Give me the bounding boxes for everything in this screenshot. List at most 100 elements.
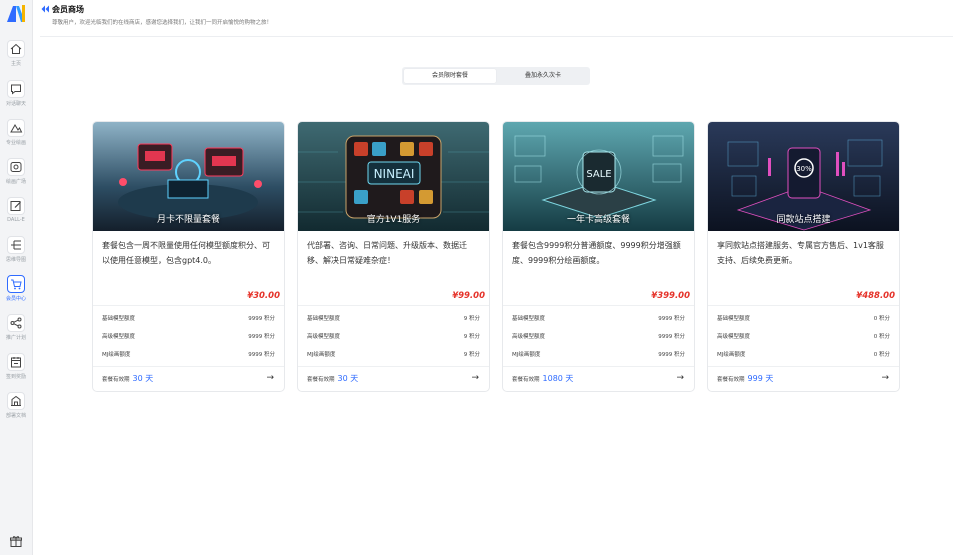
arrow-right-icon[interactable]: →	[881, 373, 889, 383]
package-price: ¥399.00	[651, 291, 690, 301]
package-tabs: 会员限时套餐 叠加永久次卡	[402, 67, 590, 85]
tab-limited-packages[interactable]: 会员限时套餐	[404, 69, 496, 83]
sidebar-item-promo[interactable]: 推广计划	[0, 314, 32, 341]
sidebar-item-label: 绘画广场	[5, 179, 26, 185]
package-price: ¥30.00	[247, 291, 280, 301]
divider	[93, 366, 284, 367]
validity-label: 套餐有效期	[102, 377, 130, 383]
divider	[298, 305, 489, 306]
arrow-right-icon[interactable]: →	[266, 373, 274, 383]
quota-label: 基础模型额度	[102, 316, 136, 322]
edit-icon	[7, 197, 25, 215]
quota-row: 高级模型额度 9 积分	[307, 332, 480, 342]
quota-label: 高级模型额度	[307, 334, 341, 340]
tab-permanent-cards[interactable]: 叠加永久次卡	[498, 69, 588, 83]
svg-text:NINEAI: NINEAI	[374, 167, 415, 181]
divider	[93, 305, 284, 306]
sidebar-item-dalle[interactable]: DALL-E	[0, 197, 32, 223]
quota-row: MJ绘画额度 9 积分	[307, 350, 480, 360]
quota-row: 高级模型额度 0 积分	[717, 332, 890, 342]
validity-days: 30 天	[132, 374, 154, 383]
gallery-icon	[7, 158, 25, 176]
package-validity: 套餐有效期 999 天	[717, 373, 773, 384]
sidebar-item-member[interactable]: 会员中心	[0, 275, 32, 302]
mindmap-icon	[7, 236, 25, 254]
quota-label: 高级模型额度	[512, 334, 546, 340]
sidebar-item-gallery[interactable]: 绘画广场	[0, 158, 32, 185]
package-image: SALE 一年卡高级套餐	[503, 122, 694, 231]
sidebar-item-label: DALL-E	[7, 217, 25, 223]
package-card[interactable]: NINEAI 官方1V1服务 代部署、咨询、日常问题、升级版本、数据迁移、解决日…	[297, 121, 490, 392]
chat-icon	[7, 80, 25, 98]
cart-icon	[7, 275, 25, 293]
divider	[708, 366, 899, 367]
sidebar-item-mindmap[interactable]: 思维导图	[0, 236, 32, 263]
package-card[interactable]: 30% 同款站点搭建 享同款站点搭建服务、专属官方售后、1v1客服支持、后续免费…	[707, 121, 900, 392]
gift-icon[interactable]	[8, 533, 24, 549]
validity-label: 套餐有效期	[512, 377, 540, 383]
page-title: 会员商场	[52, 5, 84, 14]
quota-value: 9999 积分	[248, 334, 275, 340]
arrow-right-icon[interactable]: →	[471, 373, 479, 383]
sidebar-item-paint[interactable]: 专业绘画	[0, 119, 32, 146]
quota-value: 9999 积分	[248, 316, 275, 322]
divider	[708, 305, 899, 306]
package-image: NINEAI 官方1V1服务	[298, 122, 489, 231]
quota-value: 0 积分	[873, 316, 890, 322]
paint-icon	[7, 119, 25, 137]
package-card[interactable]: SALE 一年卡高级套餐 套餐包含9999积分普通额度、9999积分增强额度、9…	[502, 121, 695, 392]
divider	[298, 366, 489, 367]
package-image-caption: 官方1V1服务	[366, 215, 421, 225]
quota-value: 9999 积分	[658, 352, 685, 358]
quota-row: 高级模型额度 9999 积分	[102, 332, 275, 342]
sidebar-item-label: 专业绘画	[5, 140, 26, 146]
quota-row: MJ绘画额度 9999 积分	[102, 350, 275, 360]
package-card[interactable]: 月卡不限量套餐 套餐包含一周不限量使用任何模型额度积分、可以使用任意模型，包含g…	[92, 121, 285, 392]
home-icon	[7, 40, 25, 58]
quota-value: 9999 积分	[248, 352, 275, 358]
quota-label: MJ绘画额度	[512, 352, 541, 358]
quota-label: 基础模型额度	[512, 316, 546, 322]
package-validity: 套餐有效期 30 天	[102, 373, 153, 384]
package-price: ¥488.00	[856, 291, 895, 301]
header-divider	[40, 36, 953, 37]
package-description: 套餐包含9999积分普通额度、9999积分增强额度、9999积分绘画额度。	[512, 241, 681, 265]
package-description: 代部署、咨询、日常问题、升级版本、数据迁移、解决日常疑难杂症！	[307, 241, 467, 265]
quota-label: MJ绘画额度	[307, 352, 336, 358]
quota-value: 0 积分	[873, 352, 890, 358]
sidebar-item-label: 主页	[10, 61, 21, 67]
package-image-caption: 月卡不限量套餐	[156, 215, 220, 225]
divider	[503, 366, 694, 367]
quota-row: 基础模型额度 9999 积分	[102, 314, 275, 324]
validity-days: 1080 天	[542, 374, 574, 383]
validity-days: 30 天	[337, 374, 359, 383]
double-back-arrow-icon[interactable]	[40, 5, 50, 13]
package-image-caption: 一年卡高级套餐	[566, 215, 630, 225]
quota-label: MJ绘画额度	[102, 352, 131, 358]
sidebar-item-label: 思维导图	[5, 257, 26, 263]
quota-value: 9 积分	[463, 316, 480, 322]
quota-label: 高级模型额度	[717, 334, 751, 340]
app-logo[interactable]	[4, 2, 28, 26]
quota-row: 基础模型额度 0 积分	[717, 314, 890, 324]
quota-row: 基础模型额度 9 积分	[307, 314, 480, 324]
share-icon	[7, 314, 25, 332]
divider	[503, 305, 694, 306]
page-subtitle: 尊敬用户，欢迎光临我们的在线商店，感谢您选择我们，让我们一同开启愉悦的购物之旅！	[52, 20, 273, 26]
package-image: 30% 同款站点搭建	[708, 122, 899, 231]
package-description: 享同款站点搭建服务、专属官方售后、1v1客服支持、后续免费更新。	[717, 241, 884, 265]
sidebar-item-label: 部署文档	[5, 413, 26, 419]
arrow-right-icon[interactable]: →	[676, 373, 684, 383]
building-icon	[7, 392, 25, 410]
sidebar-item-label: 推广计划	[5, 335, 26, 341]
package-validity: 套餐有效期 1080 天	[512, 373, 573, 384]
sidebar-item-home[interactable]: 主页	[0, 40, 32, 67]
quota-value: 9999 积分	[658, 334, 685, 340]
quota-label: 基础模型额度	[717, 316, 751, 322]
sidebar-item-label: 会员中心	[5, 296, 26, 302]
package-price: ¥99.00	[452, 291, 485, 301]
sidebar-item-docs[interactable]: 部署文档	[0, 392, 32, 419]
quota-row: MJ绘画额度 0 积分	[717, 350, 890, 360]
sidebar-item-signin[interactable]: 签到奖励	[0, 353, 32, 380]
sidebar-item-chat[interactable]: 对话聊天	[0, 80, 32, 107]
